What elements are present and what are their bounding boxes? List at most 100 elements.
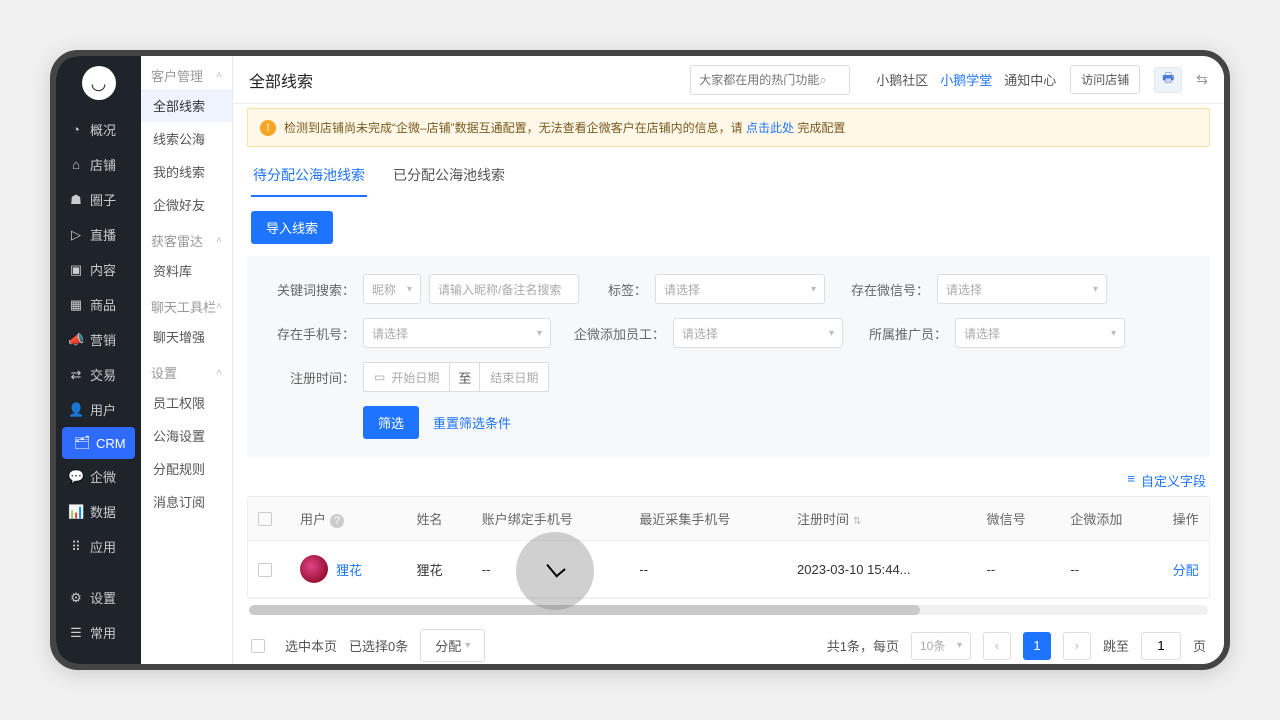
import-leads-button[interactable]: 导入线索 (251, 211, 333, 244)
global-search-input[interactable] (699, 73, 819, 87)
primary-nav: ◡ ◔概况⌂店铺☗圈子▷直播▣内容▦商品📣营销⇄交易👤用户🗂CRM💬企微📊数据⠿… (56, 56, 141, 664)
sort-icon[interactable]: ⇅ (853, 516, 861, 527)
reset-filter-link[interactable]: 重置筛选条件 (433, 413, 511, 432)
secnav-企微好友[interactable]: 企微好友 (141, 188, 232, 221)
wechat-select[interactable]: 请选择▾ (937, 274, 1107, 304)
nav-icon: 💬 (68, 469, 84, 485)
nav-概况[interactable]: ◔概况 (56, 112, 141, 147)
phone-select[interactable]: 请选择▾ (363, 318, 551, 348)
phone-label: 存在手机号： (269, 324, 355, 343)
nav-icon: 📣 (68, 332, 84, 348)
select-page-checkbox[interactable] (251, 639, 265, 653)
secnav-资料库[interactable]: 资料库 (141, 254, 232, 287)
toplink-小鹅社区[interactable]: 小鹅社区 (876, 73, 928, 88)
toplink-通知中心[interactable]: 通知中心 (1004, 73, 1056, 88)
nav-icon: ⠿ (68, 539, 84, 555)
cell-wx: -- (977, 541, 1061, 598)
secnav-公海设置[interactable]: 公海设置 (141, 419, 232, 452)
col-注册时间: 注册时间⇅ (787, 497, 977, 541)
selected-count: 已选择0条 (349, 636, 408, 655)
group-设置[interactable]: 设置˄ (141, 353, 232, 386)
select-all-checkbox[interactable] (258, 512, 272, 526)
nav-店铺[interactable]: ⌂店铺 (56, 147, 141, 182)
secnav-聊天增强[interactable]: 聊天增强 (141, 320, 232, 353)
nav-icon: ◔ (68, 122, 84, 137)
nav-圈子[interactable]: ☗圈子 (56, 182, 141, 217)
secnav-线索公海[interactable]: 线索公海 (141, 122, 232, 155)
group-客户管理[interactable]: 客户管理˄ (141, 56, 232, 89)
nav-内容[interactable]: ▣内容 (56, 252, 141, 287)
visit-store-button[interactable]: 访问店铺 (1070, 65, 1140, 94)
tag-select[interactable]: 请选择▾ (655, 274, 825, 304)
nav-应用[interactable]: ⠿应用 (56, 529, 141, 564)
secnav-分配规则[interactable]: 分配规则 (141, 452, 232, 485)
secnav-我的线索[interactable]: 我的线索 (141, 155, 232, 188)
secnav-全部线索[interactable]: 全部线索 (141, 89, 232, 122)
chevron-up-icon: ˄ (216, 235, 222, 246)
tab-1[interactable]: 已分配公海池线索 (391, 165, 507, 197)
jump-page-input[interactable] (1141, 632, 1181, 660)
row-checkbox[interactable] (258, 563, 272, 577)
keyword-input[interactable]: 请输入昵称/备注名搜索 (429, 274, 579, 304)
nav-设置[interactable]: ⚙设置 (56, 580, 141, 615)
alert-link[interactable]: 点击此处 (746, 121, 794, 135)
group-获客雷达[interactable]: 获客雷达˄ (141, 221, 232, 254)
col-微信号: 微信号 (977, 497, 1061, 541)
prev-page-button[interactable]: ‹ (983, 632, 1011, 660)
nav-用户[interactable]: 👤用户 (56, 392, 141, 427)
nav-icon: 👤 (68, 402, 84, 418)
keyword-label: 关键词搜索： (269, 280, 355, 299)
adder-select[interactable]: 请选择▾ (673, 318, 843, 348)
regtime-label: 注册时间： (269, 368, 355, 387)
toplink-小鹅学堂[interactable]: 小鹅学堂 (940, 73, 992, 88)
alert-text: 检测到店铺尚未完成“企微–店铺”数据互通配置，无法查看企微客户在店铺内的信息，请 (284, 121, 746, 135)
select-page-label: 选中本页 (285, 636, 337, 655)
promoter-select[interactable]: 请选择▾ (955, 318, 1125, 348)
tab-0[interactable]: 待分配公海池线索 (251, 165, 367, 197)
nav-icon: ⇄ (68, 367, 84, 383)
app-logo-icon: ◡ (82, 66, 116, 100)
pagesize-select[interactable]: 10条▾ (911, 632, 971, 660)
help-icon[interactable]: ? (330, 514, 344, 528)
filter-button[interactable]: 筛选 (363, 406, 419, 439)
nav-商品[interactable]: ▦商品 (56, 287, 141, 322)
global-search[interactable]: ⌕ (690, 65, 850, 95)
keyword-type-select[interactable]: 昵称▾ (363, 274, 421, 304)
nav-常用[interactable]: ☰常用 (56, 615, 141, 650)
nav-icon: 📊 (68, 504, 84, 520)
nav-数据[interactable]: 📊数据 (56, 494, 141, 529)
regtime-range[interactable]: ▭开始日期 至 结束日期 (363, 362, 549, 392)
assign-link[interactable]: 分配 (1173, 563, 1199, 578)
chevron-up-icon: ˄ (216, 367, 222, 378)
search-icon: ⌕ (819, 72, 826, 88)
nav-企微[interactable]: 💬企微 (56, 459, 141, 494)
cell-recent: -- (629, 541, 787, 598)
nav-直播[interactable]: ▷直播 (56, 217, 141, 252)
col-操作: 操作 (1163, 497, 1210, 541)
horizontal-scrollbar[interactable] (249, 605, 1208, 615)
nav-CRM[interactable]: 🗂CRM (62, 427, 135, 459)
print-icon[interactable]: 🖶 (1154, 67, 1182, 93)
chevron-up-icon: ˄ (216, 301, 222, 312)
group-聊天工具栏[interactable]: 聊天工具栏˄ (141, 287, 232, 320)
config-warning-banner: ! 检测到店铺尚未完成“企微–店铺”数据互通配置，无法查看企微客户在店铺内的信息… (247, 108, 1210, 147)
switch-icon[interactable]: ⇆ (1196, 71, 1208, 88)
lead-tabs: 待分配公海池线索已分配公海池线索 (251, 165, 1206, 197)
secnav-消息订阅[interactable]: 消息订阅 (141, 485, 232, 518)
bulk-assign-button[interactable]: 分配 ▾ (420, 629, 485, 662)
custom-fields-link[interactable]: ≡自定义字段 (1127, 471, 1206, 490)
col-用户: 用户? (290, 497, 406, 541)
col-企微添加: 企微添加 (1060, 497, 1162, 541)
user-link[interactable]: 狸花 (336, 560, 362, 579)
sliders-icon: ≡ (1127, 471, 1135, 490)
nav-交易[interactable]: ⇄交易 (56, 357, 141, 392)
next-page-button[interactable]: › (1063, 632, 1091, 660)
chevron-up-icon: ˄ (216, 70, 222, 81)
calendar-icon: ▭ (374, 370, 385, 384)
wechat-label: 存在微信号： (843, 280, 929, 299)
nav-营销[interactable]: 📣营销 (56, 322, 141, 357)
nav-icon: ⌂ (68, 157, 84, 172)
secnav-员工权限[interactable]: 员工权限 (141, 386, 232, 419)
warning-icon: ! (260, 120, 276, 136)
page-1-button[interactable]: 1 (1023, 632, 1051, 660)
